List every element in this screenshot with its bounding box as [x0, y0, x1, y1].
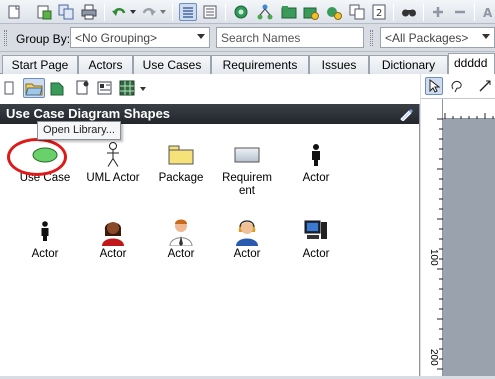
undo-icon[interactable]	[110, 3, 128, 21]
list-view-icon[interactable]	[179, 3, 197, 21]
shape-label: Requirement	[222, 172, 272, 197]
font-size-icon[interactable]: A	[480, 3, 495, 21]
open-library-tooltip: Open Library...	[37, 121, 121, 140]
shapes-panel: Use Case Diagram Shapes Open Library... …	[0, 74, 420, 376]
diagram-pane: 100 200	[421, 74, 495, 376]
shape-label: Actor	[167, 248, 195, 260]
tab-actors[interactable]: Actors	[78, 55, 133, 74]
tab-dictionary[interactable]: Dictionary	[369, 55, 448, 74]
save-library-icon[interactable]	[48, 79, 66, 97]
toolbar-grip-icon[interactable]	[370, 30, 373, 46]
page-number-icon[interactable]: 2	[370, 3, 388, 21]
computer-icon	[283, 214, 349, 248]
search-input[interactable]: Search Names	[216, 27, 364, 48]
new-document-icon[interactable]	[5, 3, 23, 21]
vertical-ruler: 100 200	[427, 99, 443, 376]
redo-icon[interactable]	[140, 3, 158, 21]
drawing-toolbar	[421, 74, 495, 99]
shape-label: Actor	[233, 248, 261, 260]
shape-requirement[interactable]: Requirement	[214, 138, 280, 198]
shape-actor[interactable]: Actor	[214, 214, 280, 261]
shapes-toolbar	[0, 74, 420, 104]
shape-label: Actor	[31, 248, 59, 260]
grouping-combo[interactable]: <No Grouping>	[70, 27, 210, 48]
chevron-down-icon	[482, 34, 490, 39]
zoom-out-icon[interactable]	[451, 3, 469, 21]
chevron-down-icon	[197, 34, 205, 39]
shape-actor[interactable]: Actor	[80, 214, 146, 261]
shape-label: Actor	[302, 248, 330, 260]
package-add-icon[interactable]	[302, 3, 320, 21]
shape-actor[interactable]: Actor	[283, 138, 349, 185]
canvas-background	[443, 99, 495, 376]
shape-package[interactable]: Package	[148, 138, 214, 185]
woman-avatar-icon	[80, 214, 146, 248]
connect-icon[interactable]	[232, 3, 250, 21]
main-toolbar: 2 A	[0, 0, 495, 24]
stick-figure-icon	[80, 138, 146, 172]
folder-icon	[148, 138, 214, 172]
folder-link-icon[interactable]	[280, 3, 298, 21]
tab-requirements[interactable]: Requirements	[211, 55, 309, 74]
packages-combo[interactable]: <All Packages>	[380, 27, 495, 48]
details-view-icon[interactable]	[201, 3, 219, 21]
shape-label: UML Actor	[86, 172, 140, 184]
man-avatar-icon	[148, 214, 214, 248]
element-add-icon[interactable]	[325, 3, 343, 21]
tab-start-page[interactable]: Start Page	[2, 55, 78, 74]
person-silhouette-icon	[283, 138, 349, 172]
edit-library-icon[interactable]	[399, 107, 413, 121]
hierarchy-icon[interactable]	[256, 3, 274, 21]
print-icon[interactable]	[80, 3, 98, 21]
person-silhouette-small-icon	[12, 214, 78, 248]
shape-uml-actor[interactable]: UML Actor	[80, 138, 146, 185]
line-tool-icon[interactable]	[476, 77, 494, 95]
shape-actor[interactable]: Actor	[12, 214, 78, 261]
svg-text:2: 2	[376, 8, 382, 19]
svg-text:A: A	[483, 6, 493, 19]
zoom-in-icon[interactable]	[429, 3, 447, 21]
shape-label: Actor	[302, 172, 330, 184]
search-placeholder: Search Names	[221, 31, 301, 45]
new-diagram-icon[interactable]	[35, 3, 53, 21]
page-icon[interactable]	[2, 79, 16, 97]
copy-icon[interactable]	[57, 3, 75, 21]
shape-label: Package	[158, 172, 204, 184]
filter-bar: Group By: <No Grouping> Search Names <Al…	[0, 24, 495, 52]
ruler-mark: 200	[428, 349, 439, 366]
woman-headset-icon	[214, 214, 280, 248]
copy-element-icon[interactable]	[348, 3, 366, 21]
group-by-label: Group By:	[16, 32, 71, 46]
open-library-button[interactable]	[23, 78, 45, 98]
highlight-circle	[7, 138, 67, 176]
pointer-tool-icon[interactable]	[425, 77, 443, 95]
binoculars-icon[interactable]	[400, 3, 418, 21]
undo-dropdown-icon[interactable]	[130, 10, 136, 14]
lasso-tool-icon[interactable]	[448, 77, 466, 95]
toolbar-grip-icon[interactable]	[4, 30, 7, 46]
tab-ddddd[interactable]: ddddd	[448, 53, 495, 75]
panel-title-text: Use Case Diagram Shapes	[6, 106, 171, 121]
grouping-value: <No Grouping>	[75, 31, 158, 45]
shape-actor[interactable]: Actor	[148, 214, 214, 261]
new-shape-icon[interactable]	[74, 79, 92, 97]
document-tabs: Start Page Actors Use Cases Requirements…	[0, 53, 495, 75]
tab-issues[interactable]: Issues	[309, 55, 369, 74]
requirement-box-icon	[214, 138, 280, 172]
shape-label: Actor	[99, 248, 127, 260]
ruler-mark: 100	[428, 249, 439, 266]
horizontal-ruler	[443, 99, 495, 119]
redo-dropdown-icon[interactable]	[160, 10, 166, 14]
view-mode-icon[interactable]	[118, 79, 136, 97]
tab-use-cases[interactable]: Use Cases	[133, 55, 211, 74]
shape-properties-icon[interactable]	[96, 79, 114, 97]
packages-value: <All Packages>	[385, 31, 469, 45]
view-mode-dropdown-icon[interactable]	[140, 87, 146, 91]
shape-actor[interactable]: Actor	[283, 214, 349, 261]
